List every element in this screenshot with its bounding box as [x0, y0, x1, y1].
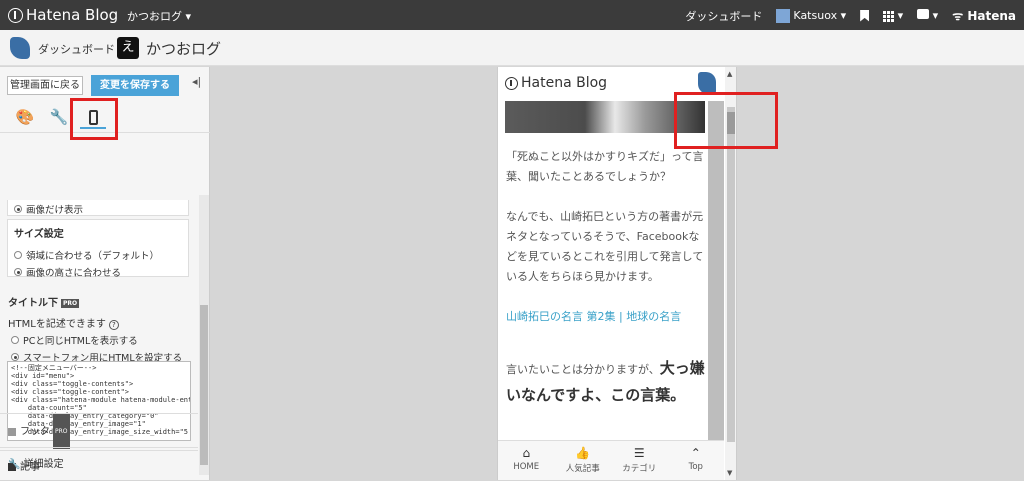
panel-scroll-thumb[interactable] [200, 305, 208, 465]
highlight-box-preview [674, 92, 778, 149]
pro-badge: PRO [61, 298, 80, 308]
image-option-box: 画像だけ表示 [7, 200, 189, 216]
size-settings-box: サイズ設定 領域に合わせる（デフォルト） 画像の高さに合わせる [7, 219, 189, 279]
hatena-blog-logo[interactable]: Hatena Blog [8, 6, 118, 24]
hatena-logo-icon [505, 76, 518, 90]
article-body: 「死ぬこと以外はかすりキズだ」って言葉、聞いたことあるでしょうか？ なんでも、山… [506, 147, 706, 429]
dashboard-link[interactable]: ダッシュボード [685, 8, 762, 24]
size-option-image-height[interactable]: 画像の高さに合わせる [14, 265, 182, 279]
save-changes-button[interactable]: 変更を保存する [91, 75, 179, 96]
size-settings-title: サイズ設定 [14, 229, 64, 240]
radio-selected-icon [11, 353, 19, 361]
apps-grid-icon [883, 10, 895, 22]
palette-icon: 🎨 [15, 108, 35, 126]
preview-side-strip [708, 101, 724, 440]
back-to-admin-button[interactable]: 管理画面に戻る [7, 76, 83, 95]
hatena-logo-icon [8, 7, 23, 23]
chevron-up-icon: ⌃ [690, 446, 701, 460]
scroll-down-arrow-icon[interactable]: ▼ [727, 469, 732, 477]
radio-selected-icon [14, 268, 22, 276]
paragraph-2: なんでも、山崎拓巳という方の著書が元ネタとなっているそうで、Facebookなど… [506, 210, 704, 283]
user-icon[interactable] [10, 37, 30, 59]
nav-top[interactable]: ⌃ Top [668, 441, 725, 480]
quote-link[interactable]: 山崎拓巳の名言 第2集 | 地球の名言 [506, 307, 706, 327]
global-header: Hatena Blog かつおログ ▾ ダッシュボード Katsuox ▾ ▾ … [0, 0, 1024, 30]
section-footer[interactable]: フッタ PRO [0, 413, 198, 449]
collapse-panel-button[interactable]: ◂| [192, 75, 201, 88]
preview-logo[interactable]: Hatena Blog [505, 75, 607, 91]
wrench-icon: 🔧 [49, 108, 69, 126]
help-icon[interactable]: ? [109, 320, 119, 330]
avatar [776, 8, 791, 23]
bookmark-icon[interactable] [860, 9, 870, 22]
panel-scrollbar[interactable] [199, 195, 209, 475]
footer-icon [8, 427, 16, 436]
blog-selector[interactable]: かつおログ ▾ [127, 8, 191, 24]
preview-bottom-nav: ⌂ HOME 👍 人気記事 ☰ カテゴリ ⌃ Top [498, 440, 724, 480]
comment-icon [917, 9, 930, 19]
title-below-heading: タイトル下 PRO [8, 298, 80, 309]
paragraph-3: 言いたいことは分かりますが、大っ嫌いなんですよ、この言葉。 [506, 359, 705, 404]
nav-popular[interactable]: 👍 人気記事 [555, 441, 612, 480]
preview-scroll-track[interactable] [727, 107, 735, 442]
html-option-pc[interactable]: PCと同じHTMLを表示する [11, 333, 182, 347]
size-option-fit[interactable]: 領域に合わせる（デフォルト） [14, 248, 182, 262]
radio-icon [11, 336, 19, 344]
radio-icon [14, 251, 22, 259]
image-only-option[interactable]: 画像だけ表示 [14, 202, 182, 216]
scroll-up-arrow-icon[interactable]: ▲ [727, 70, 732, 78]
thumbs-up-icon: 👍 [575, 446, 591, 460]
notification-menu[interactable]: ▾ [917, 9, 938, 22]
dashboard-link-sub[interactable]: ダッシュボード [38, 41, 115, 57]
nav-category[interactable]: ☰ カテゴリ [611, 441, 668, 480]
design-header: ダッシュボード え かつおログ [0, 30, 1024, 66]
paragraph-1: 「死ぬこと以外はかすりキズだ」って言葉、聞いたことあるでしょうか？ [506, 150, 704, 183]
wrench-small-icon: 🔧 [8, 459, 21, 470]
html-note: HTMLを記述できます ? [8, 315, 119, 330]
section-advanced[interactable]: 🔧 詳細設定 [0, 447, 198, 480]
tab-customize[interactable]: 🔧 [46, 105, 72, 129]
design-settings-panel: 管理画面に戻る 変更を保存する ◂| 🎨 🔧 画像だけ表示 サイズ設定 領域に合… [0, 67, 210, 480]
html-options: PCと同じHTMLを表示する スマートフォン用にHTMLを設定する [11, 330, 182, 364]
home-icon: ⌂ [522, 446, 531, 460]
list-icon: ☰ [633, 446, 645, 460]
hatena-link[interactable]: ᯤ Hatena [952, 7, 1016, 24]
apps-menu[interactable]: ▾ [883, 9, 903, 22]
blog-name[interactable]: かつおログ [146, 38, 221, 59]
blog-icon[interactable]: え [117, 37, 139, 59]
nav-home[interactable]: ⌂ HOME [498, 441, 555, 480]
radio-selected-icon [14, 205, 22, 213]
user-menu[interactable]: Katsuox ▾ [776, 8, 846, 23]
tab-design-palette[interactable]: 🎨 [12, 105, 38, 129]
preview-user-icon[interactable] [698, 72, 716, 94]
